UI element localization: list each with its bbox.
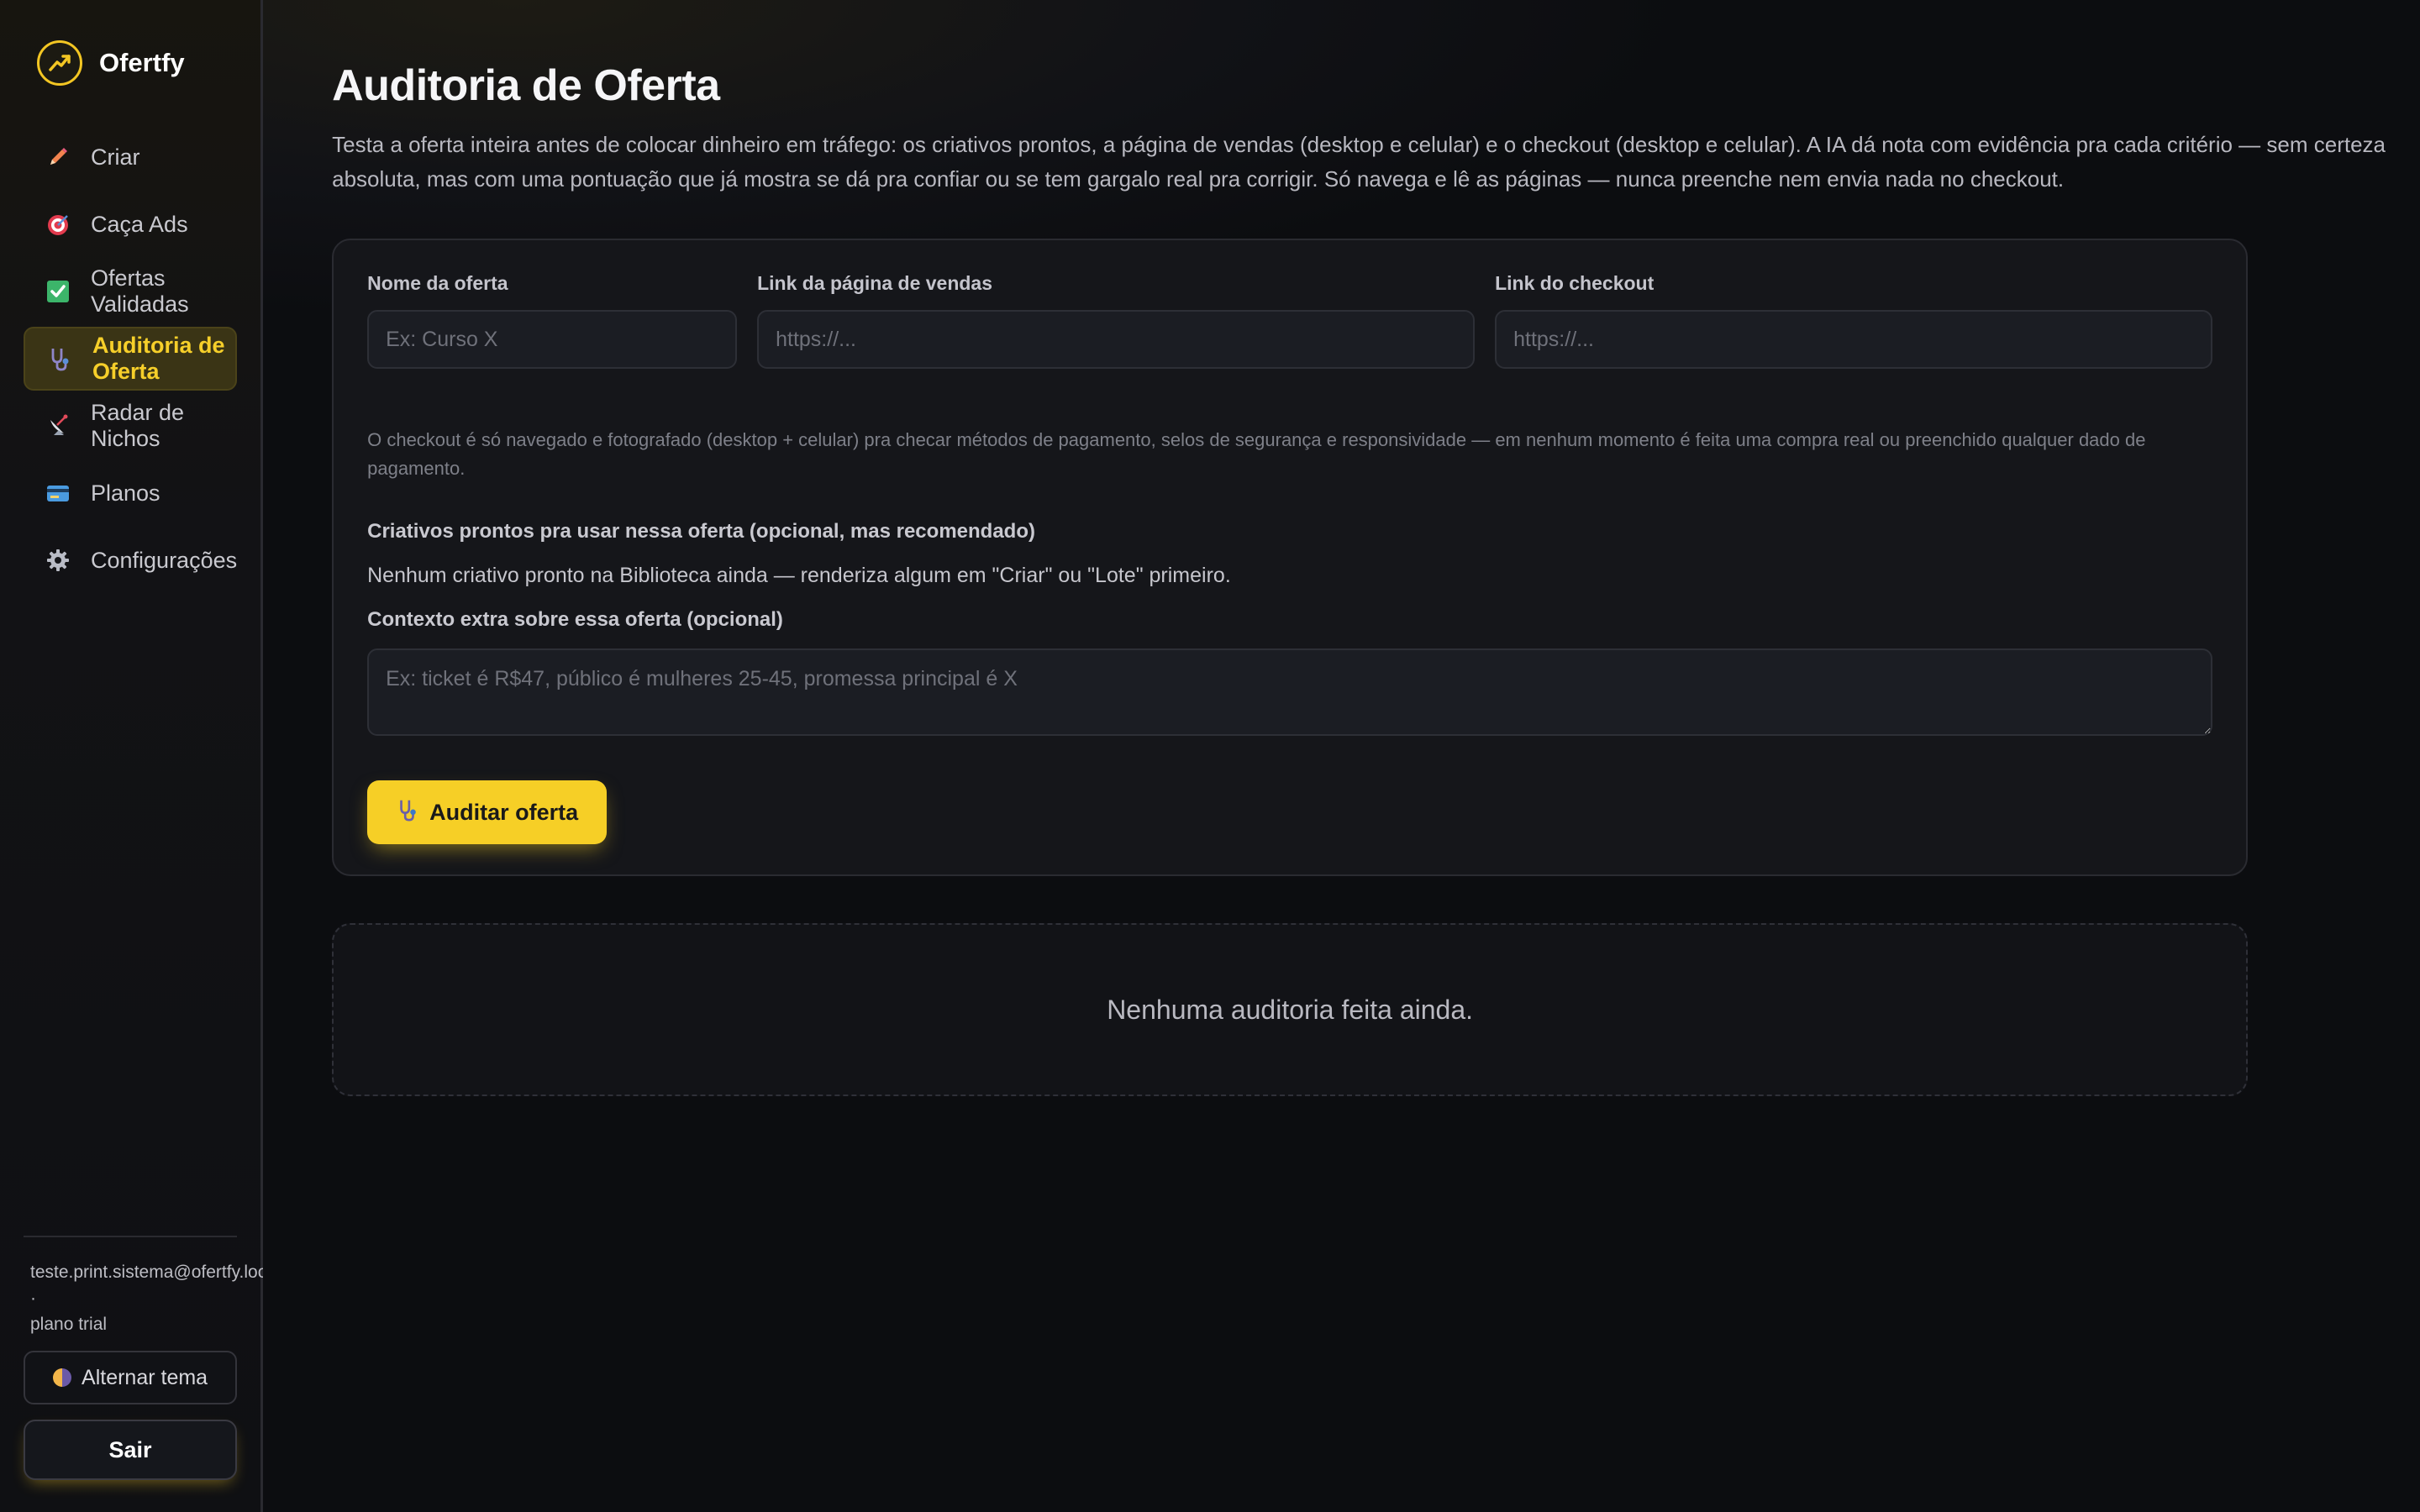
sidebar-item-label: Radar de Nichos bbox=[91, 400, 185, 451]
sidebar-item-radar-de-nichos[interactable]: Radar de Nichos bbox=[24, 394, 237, 458]
stethoscope-icon bbox=[47, 346, 72, 371]
context-label: Contexto extra sobre essa oferta (opcion… bbox=[367, 608, 783, 631]
main-content: Auditoria de Oferta Testa a oferta intei… bbox=[263, 0, 2420, 1512]
sidebar-item-label: Criar bbox=[91, 144, 140, 170]
audit-results-empty-state: Nenhuma auditoria feita ainda. bbox=[332, 923, 2249, 1096]
sidebar-item-criar[interactable]: Criar bbox=[24, 125, 237, 189]
sidebar-item-label: Auditoria de Oferta bbox=[92, 333, 225, 384]
sidebar-nav: Criar Caça Ads Ofertas Validadas Auditor… bbox=[24, 125, 238, 592]
sales-page-field: Link da página de vendas bbox=[757, 272, 1476, 369]
sidebar-item-label: Caça Ads bbox=[91, 211, 188, 237]
audit-offer-button[interactable]: Auditar oferta bbox=[367, 780, 608, 844]
user-info: teste.print.sistema@ofertfy.local · plan… bbox=[24, 1259, 281, 1337]
satellite-icon bbox=[45, 413, 71, 438]
sidebar-item-planos[interactable]: Planos bbox=[24, 461, 237, 525]
user-email: teste.print.sistema@ofertfy.local · bbox=[30, 1263, 281, 1308]
creatives-label: Criativos prontos pra usar nessa oferta … bbox=[367, 520, 1035, 543]
checkout-input[interactable] bbox=[1495, 310, 2213, 369]
empty-state-text: Nenhuma auditoria feita ainda. bbox=[1107, 994, 1474, 1025]
brand-name: Ofertfy bbox=[99, 48, 185, 77]
sidebar-item-label: Configurações bbox=[91, 547, 238, 573]
sidebar-item-caca-ads[interactable]: Caça Ads bbox=[24, 192, 237, 256]
pencil-icon bbox=[45, 144, 71, 170]
audit-form-card: Nome da oferta Link da página de vendas … bbox=[332, 239, 2249, 876]
sidebar: Ofertfy Criar Caça Ads Ofertas Validadas… bbox=[0, 0, 281, 1512]
context-textarea[interactable] bbox=[367, 648, 2213, 736]
page-description: Testa a oferta inteira antes de colocar … bbox=[332, 132, 2386, 192]
sidebar-footer: teste.print.sistema@ofertfy.local · plan… bbox=[24, 1236, 281, 1480]
toggle-theme-button[interactable]: Alternar tema bbox=[24, 1351, 238, 1404]
logout-button[interactable]: Sair bbox=[24, 1420, 238, 1480]
toggle-theme-label: Alternar tema bbox=[82, 1365, 208, 1389]
credit-card-icon bbox=[45, 480, 71, 506]
creatives-empty-text: Nenhum criativo pronto na Biblioteca ain… bbox=[367, 564, 1231, 587]
sales-page-input[interactable] bbox=[757, 310, 1476, 369]
audit-offer-label: Auditar oferta bbox=[429, 799, 579, 825]
offer-name-input[interactable] bbox=[367, 310, 738, 369]
offer-name-field: Nome da oferta bbox=[367, 272, 738, 369]
checkout-label: Link do checkout bbox=[1495, 272, 1655, 294]
app-root: Ofertfy Criar Caça Ads Ofertas Validadas… bbox=[0, 0, 2420, 1512]
half-moon-icon bbox=[53, 1368, 72, 1387]
gear-icon bbox=[45, 548, 71, 573]
sidebar-item-configuracoes[interactable]: Configurações bbox=[24, 528, 237, 592]
page-title: Auditoria de Oferta bbox=[332, 61, 720, 110]
stethoscope-icon bbox=[396, 798, 419, 827]
sidebar-item-label: Ofertas Validadas bbox=[91, 265, 189, 317]
checkout-note: O checkout é só navegado e fotografado (… bbox=[367, 429, 2146, 479]
divider bbox=[24, 1236, 238, 1237]
sidebar-item-auditoria-de-oferta[interactable]: Auditoria de Oferta bbox=[24, 327, 238, 391]
checkbox-icon bbox=[45, 279, 71, 304]
sidebar-item-label: Planos bbox=[91, 480, 160, 506]
sidebar-item-ofertas-validadas[interactable]: Ofertas Validadas bbox=[24, 260, 237, 323]
offer-name-label: Nome da oferta bbox=[367, 272, 508, 294]
user-plan: plano trial bbox=[30, 1315, 108, 1334]
sales-page-label: Link da página de vendas bbox=[757, 272, 993, 294]
target-icon bbox=[45, 212, 71, 237]
trending-up-icon bbox=[37, 40, 82, 86]
checkout-field: Link do checkout bbox=[1495, 272, 2213, 369]
brand[interactable]: Ofertfy bbox=[24, 0, 237, 126]
form-fields-row: Nome da oferta Link da página de vendas … bbox=[367, 272, 2213, 369]
